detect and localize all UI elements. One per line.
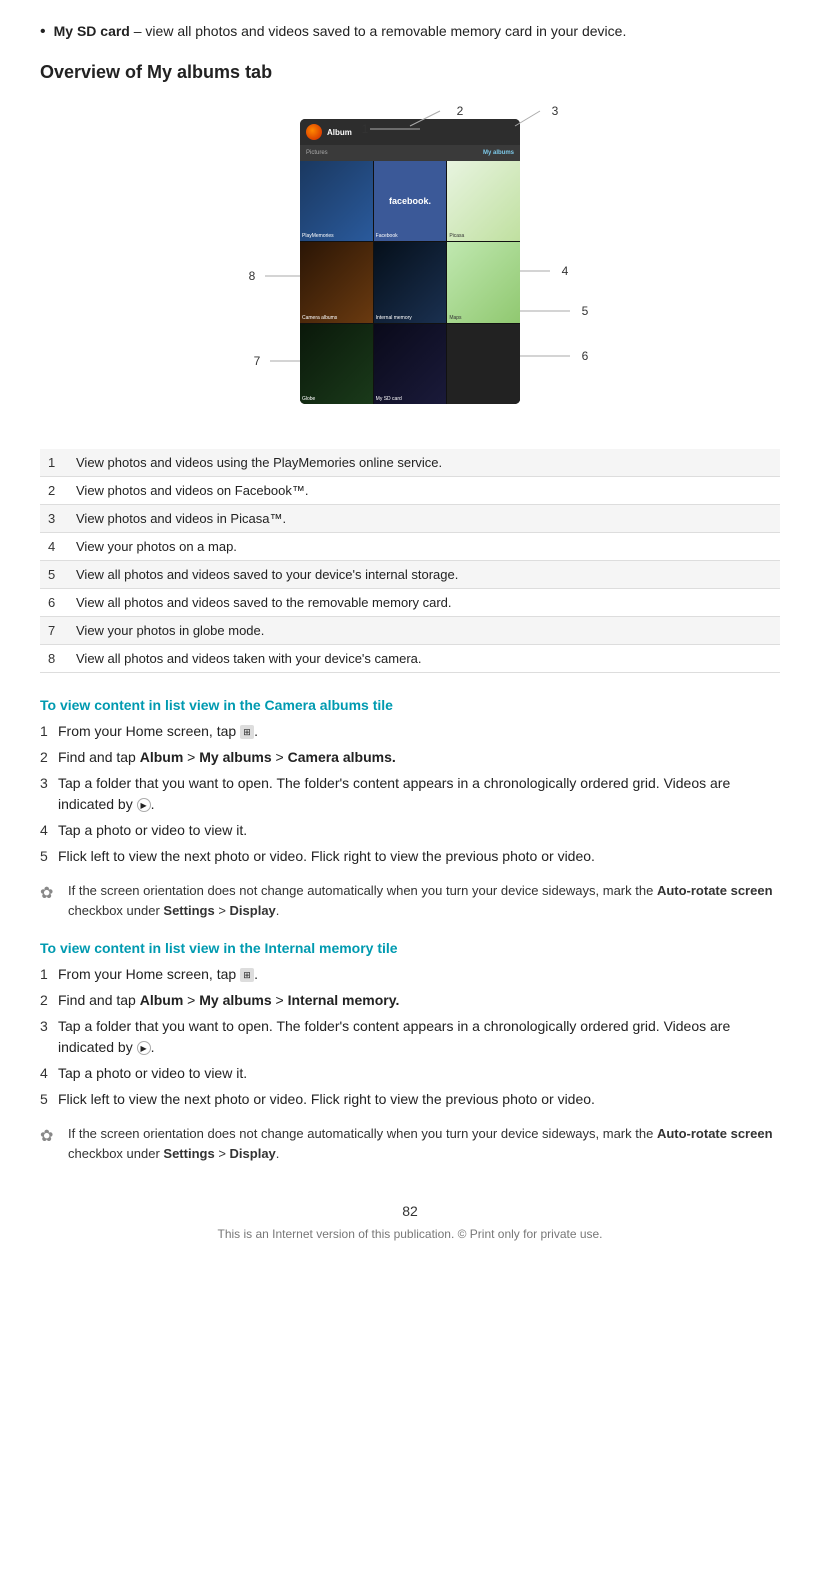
section1-steps: 1 From your Home screen, tap ⊞. 2 Find a… <box>40 721 780 867</box>
row-desc: View all photos and videos saved to the … <box>68 589 780 617</box>
row-number: 4 <box>40 533 68 561</box>
step-item: 2 Find and tap Album > My albums > Camer… <box>40 747 780 768</box>
step-item: 1 From your Home screen, tap ⊞. <box>40 721 780 742</box>
row-desc: View photos and videos on Facebook™. <box>68 477 780 505</box>
svg-text:2: 2 <box>457 104 464 118</box>
tip2-box: ✿ If the screen orientation does not cha… <box>40 1124 780 1163</box>
row-number: 3 <box>40 505 68 533</box>
bullet-text: My SD card – view all photos and videos … <box>54 20 627 42</box>
section2-steps: 1 From your Home screen, tap ⊞. 2 Find a… <box>40 964 780 1110</box>
tip2-text: If the screen orientation does not chang… <box>68 1124 780 1163</box>
sd-card-label: My SD card <box>54 23 130 39</box>
section2-heading: To view content in list view in the Inte… <box>40 940 780 956</box>
row-number: 5 <box>40 561 68 589</box>
row-number: 7 <box>40 617 68 645</box>
footer-note: This is an Internet version of this publ… <box>40 1227 780 1241</box>
step-item: 3 Tap a folder that you want to open. Th… <box>40 773 780 815</box>
step-item: 2 Find and tap Album > My albums > Inter… <box>40 990 780 1011</box>
row-number: 6 <box>40 589 68 617</box>
svg-text:5: 5 <box>582 304 589 318</box>
step-item: 3 Tap a folder that you want to open. Th… <box>40 1016 780 1058</box>
row-number: 8 <box>40 645 68 673</box>
row-number: 2 <box>40 477 68 505</box>
table-row: 6View all photos and videos saved to the… <box>40 589 780 617</box>
page-number: 82 <box>40 1203 780 1219</box>
svg-text:7: 7 <box>254 354 261 368</box>
page-footer: 82 This is an Internet version of this p… <box>40 1203 780 1241</box>
tip1-box: ✿ If the screen orientation does not cha… <box>40 881 780 920</box>
row-desc: View all photos and videos saved to your… <box>68 561 780 589</box>
table-row: 4View your photos on a map. <box>40 533 780 561</box>
overview-heading: Overview of My albums tab <box>40 62 780 83</box>
step-item: 4 Tap a photo or video to view it. <box>40 820 780 841</box>
row-number: 1 <box>40 449 68 477</box>
bullet-item: • My SD card – view all photos and video… <box>40 20 780 44</box>
section1-heading: To view content in list view in the Came… <box>40 697 780 713</box>
sd-card-desc: – view all photos and videos saved to a … <box>130 23 626 39</box>
svg-text:8: 8 <box>249 269 256 283</box>
step-item: 4 Tap a photo or video to view it. <box>40 1063 780 1084</box>
svg-text:3: 3 <box>552 104 559 118</box>
table-row: 3View photos and videos in Picasa™. <box>40 505 780 533</box>
step-item: 5 Flick left to view the next photo or v… <box>40 846 780 867</box>
tip1-text: If the screen orientation does not chang… <box>68 881 780 920</box>
tip-icon: ✿ <box>40 882 60 906</box>
svg-text:4: 4 <box>562 264 569 278</box>
diagram-container: Album Pictures My albums PlayMemories fa… <box>150 101 670 431</box>
table-row: 8View all photos and videos taken with y… <box>40 645 780 673</box>
bullet-icon: • <box>40 20 46 44</box>
row-desc: View your photos in globe mode. <box>68 617 780 645</box>
callout-svg: 1 2 3 4 5 6 7 8 <box>150 101 670 431</box>
reference-table: 1View photos and videos using the PlayMe… <box>40 449 780 673</box>
row-desc: View all photos and videos taken with yo… <box>68 645 780 673</box>
row-desc: View photos and videos in Picasa™. <box>68 505 780 533</box>
table-row: 5View all photos and videos saved to you… <box>40 561 780 589</box>
row-desc: View photos and videos using the PlayMem… <box>68 449 780 477</box>
row-desc: View your photos on a map. <box>68 533 780 561</box>
svg-text:6: 6 <box>582 349 589 363</box>
table-row: 7View your photos in globe mode. <box>40 617 780 645</box>
step-item: 1 From your Home screen, tap ⊞. <box>40 964 780 985</box>
table-row: 1View photos and videos using the PlayMe… <box>40 449 780 477</box>
table-row: 2View photos and videos on Facebook™. <box>40 477 780 505</box>
svg-text:1: 1 <box>362 122 369 136</box>
tip-icon-2: ✿ <box>40 1125 60 1149</box>
step-item: 5 Flick left to view the next photo or v… <box>40 1089 780 1110</box>
